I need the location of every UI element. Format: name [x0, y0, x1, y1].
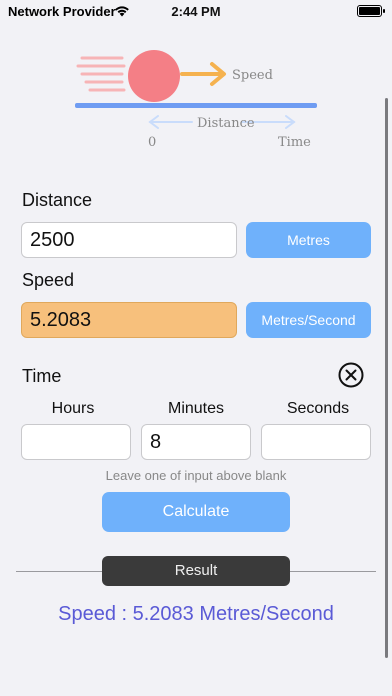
minutes-label: Minutes [167, 400, 225, 417]
battery-icon [357, 5, 385, 17]
distance-unit-button[interactable]: Metres [246, 222, 371, 258]
hours-label: Hours [51, 400, 95, 417]
calculate-button[interactable]: Calculate [102, 492, 290, 532]
speed-illustration: Speed Distance 0 Time [75, 50, 317, 150]
distance-input[interactable]: 2500 [21, 222, 237, 258]
seconds-input[interactable] [261, 424, 371, 460]
clear-time-icon[interactable] [338, 362, 364, 388]
motion-lines [76, 56, 126, 92]
speed-caption: Speed [232, 68, 273, 83]
result-header: Result [102, 556, 290, 586]
speed-arrow-icon [180, 62, 226, 86]
distance-caption: Distance [197, 116, 255, 131]
track-line [75, 103, 317, 108]
start-caption: 0 [148, 135, 156, 150]
status-bar: Network Provider 2:44 PM [0, 0, 392, 24]
seconds-label: Seconds [286, 400, 350, 417]
distance-label: Distance [22, 190, 93, 210]
result-text: Speed : 5.2083 Metres/Second [58, 603, 334, 625]
scroll-indicator[interactable] [385, 98, 388, 658]
time-caption: Time [278, 135, 311, 150]
ball-icon [128, 50, 180, 102]
app-screen: Network Provider 2:44 PM Speed Distance … [0, 0, 392, 696]
clock: 2:44 PM [171, 4, 221, 19]
time-label: Time [22, 366, 62, 386]
hours-input[interactable] [21, 424, 131, 460]
speed-unit-button[interactable]: Metres/Second [246, 302, 371, 338]
speed-label: Speed [22, 270, 75, 290]
input-hint: Leave one of input above blank [105, 468, 287, 483]
speed-input[interactable]: 5.2083 [21, 302, 237, 338]
minutes-input[interactable]: 8 [141, 424, 251, 460]
